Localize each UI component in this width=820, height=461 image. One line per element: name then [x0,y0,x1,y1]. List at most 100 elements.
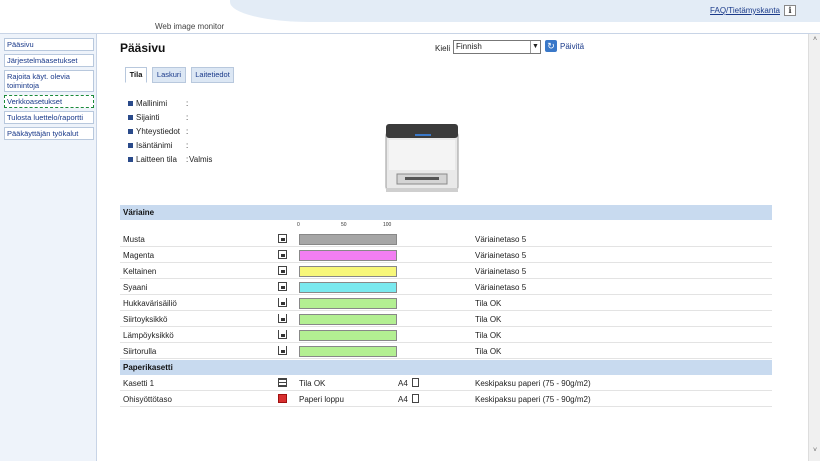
paper-icon [412,378,419,387]
paper-out-warning-icon [278,394,287,403]
tray-name: Ohisyöttötaso [123,395,172,404]
supply-level-bar [299,282,397,293]
scale-tick: 100 [383,222,392,228]
info-label: Sijainti [136,113,160,122]
info-label: Laitteen tila [136,155,177,164]
paper-tray-section-heading: Paperikasetti [120,360,772,375]
supply-name: Hukkavärisäiliö [123,299,177,308]
tray-ok-icon [278,378,287,387]
toner-section-heading: Väriaine [120,205,772,220]
supply-status: Väriainetaso 5 [475,251,527,260]
nav-item-restrict-functions[interactable]: Rajoita käyt. olevia toimintoja [4,70,94,92]
info-row-device-status: Laitteen tila : Valmis [128,155,328,165]
nav-item-admin-tools[interactable]: Pääkäyttäjän työkalut [4,127,94,140]
paper-type: Keskipaksu paperi (75 - 90g/m2) [475,379,591,388]
toner-icon [278,266,287,275]
supply-row: Siirtorulla Tila OK [120,343,772,359]
info-label: Isäntänimi [136,141,173,150]
bullet-icon [128,143,133,148]
vertical-scrollbar[interactable]: ˄ ˅ [808,34,820,461]
tray-name: Kasetti 1 [123,379,155,388]
brand-name: Web image monitor [155,22,225,31]
supply-name: Magenta [123,251,155,260]
supply-level-bar [299,346,397,357]
tab-device-info[interactable]: Laitetiedot [191,67,234,83]
supply-level-fill [300,235,396,244]
supply-name: Keltainen [123,267,157,276]
nav-item-home[interactable]: Pääsivu [4,38,94,51]
tray-row: Kasetti 1 Tila OK A4 Keskipaksu paperi (… [120,375,772,391]
supply-level-bar [299,314,397,325]
supply-level-fill [300,299,396,308]
supply-level-bar [299,298,397,309]
supply-row: Musta Väriainetaso 5 [120,231,772,247]
unit-icon [278,346,287,355]
supply-row: Lämpöyksikkö Tila OK [120,327,772,343]
refresh-icon[interactable]: ↻ [545,40,557,52]
tray-status: Tila OK [299,379,326,388]
page-title: Pääsivu [120,41,166,55]
waste-toner-icon [278,298,287,307]
info-colon: : [186,127,189,136]
info-icon[interactable]: i [784,5,796,16]
supply-status: Tila OK [475,331,502,340]
info-colon: : [186,141,189,150]
info-row-location: Sijainti : [128,113,328,123]
language-label: Kieli [435,44,451,53]
printer-image [385,124,459,192]
info-colon: : [186,155,189,164]
refresh-button[interactable]: Päivitä [560,42,584,51]
tab-status[interactable]: Tila [125,67,147,83]
faq-link[interactable]: FAQ/Tietämyskanta [710,6,780,15]
language-select[interactable]: Finnish ▼ [453,40,541,54]
level-scale: 0 50 100 [297,222,397,230]
supply-row: Syaani Väriainetaso 5 [120,279,772,295]
supply-level-bar [299,234,397,245]
paper-size: A4 [398,395,408,404]
supply-level-bar [299,250,397,261]
bullet-icon [128,101,133,106]
info-colon: : [186,113,189,122]
supply-status: Tila OK [475,347,502,356]
info-row-hostname: Isäntänimi : [128,141,328,151]
nav-item-system-settings[interactable]: Järjestelmäasetukset [4,54,94,67]
scroll-down-icon[interactable]: ˅ [811,447,819,455]
supply-row: Siirtoyksikkö Tila OK [120,311,772,327]
supply-level-fill [300,267,396,276]
supply-status: Väriainetaso 5 [475,283,527,292]
supply-name: Syaani [123,283,148,292]
tray-row: Ohisyöttötaso Paperi loppu A4 Keskipaksu… [120,391,772,407]
language-select-value: Finnish [456,42,482,51]
paper-type: Keskipaksu paperi (75 - 90g/m2) [475,395,591,404]
info-row-model: Mallinimi : [128,99,328,109]
supply-row: Hukkavärisäiliö Tila OK [120,295,772,311]
bullet-icon [128,129,133,134]
header: Web image monitor FAQ/Tietämyskanta i [0,0,820,34]
chevron-down-icon: ▼ [530,41,540,53]
info-colon: : [186,99,189,108]
tab-counter[interactable]: Laskuri [152,67,186,83]
supply-level-bar [299,266,397,277]
supply-status: Tila OK [475,315,502,324]
info-label: Mallinimi [136,99,168,108]
toner-icon [278,250,287,259]
unit-icon [278,314,287,323]
supply-name: Siirtorulla [123,347,157,356]
supply-level-fill [300,283,396,292]
supply-row: Keltainen Väriainetaso 5 [120,263,772,279]
bullet-icon [128,157,133,162]
supply-row: Magenta Väriainetaso 5 [120,247,772,263]
scroll-up-icon[interactable]: ˄ [811,36,819,44]
paper-icon [412,394,419,403]
bullet-icon [128,115,133,120]
supply-name: Siirtoyksikkö [123,315,168,324]
supply-status: Väriainetaso 5 [475,235,527,244]
tray-status: Paperi loppu [299,395,344,404]
supply-name: Lämpöyksikkö [123,331,174,340]
nav-item-network-settings[interactable]: Verkkoasetukset [4,95,94,108]
supply-level-bar [299,330,397,341]
main-content: Pääsivu Kieli Finnish ▼ ↻ Päivitä Tila L… [98,34,808,461]
info-row-contact: Yhteystiedot : [128,127,328,137]
nav-item-print-list-report[interactable]: Tulosta luettelo/raportti [4,111,94,124]
scale-tick: 0 [297,222,300,228]
